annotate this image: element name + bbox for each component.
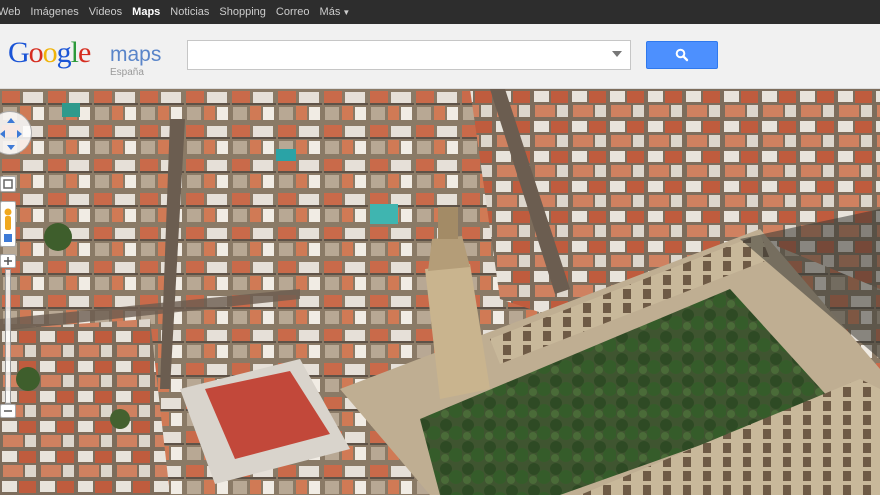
topbar-link-shopping[interactable]: Shopping bbox=[219, 6, 266, 18]
zoom-in-button[interactable] bbox=[0, 254, 16, 268]
search-dropdown-icon[interactable] bbox=[612, 51, 622, 57]
minus-icon bbox=[4, 410, 12, 412]
topbar-link-videos[interactable]: Videos bbox=[89, 6, 122, 18]
caret-down-icon: ▼ bbox=[342, 8, 351, 17]
search-icon bbox=[675, 48, 689, 62]
topbar-more-label: Más bbox=[319, 6, 341, 18]
logo-product-name: maps bbox=[110, 43, 162, 66]
aerial-map-image[interactable] bbox=[0, 89, 880, 495]
topbar-link-more[interactable]: Más ▼ bbox=[320, 6, 351, 18]
pan-control[interactable] bbox=[0, 111, 32, 155]
search-button[interactable] bbox=[646, 41, 718, 69]
search-input[interactable] bbox=[188, 41, 620, 69]
search-box[interactable] bbox=[187, 40, 631, 70]
logo-region: España bbox=[110, 67, 144, 78]
topbar-link-maps[interactable]: Maps bbox=[132, 6, 160, 18]
zoom-out-button[interactable] bbox=[0, 404, 16, 418]
pan-arrows-icon bbox=[0, 118, 22, 150]
topbar-link-mail[interactable]: Correo bbox=[276, 6, 310, 18]
google-top-bar: Web Imágenes Videos Maps Noticias Shoppi… bbox=[0, 0, 880, 24]
rotate-control[interactable] bbox=[0, 176, 16, 192]
pegman-control[interactable] bbox=[0, 201, 16, 247]
topbar-link-web[interactable]: Web bbox=[0, 6, 20, 18]
pegman-icon bbox=[4, 208, 12, 242]
topbar-link-images[interactable]: Imágenes bbox=[30, 6, 78, 18]
google-logo[interactable]: Google bbox=[8, 38, 91, 68]
map-canvas[interactable] bbox=[0, 89, 880, 495]
rotate-icon bbox=[3, 179, 13, 189]
topbar-link-news[interactable]: Noticias bbox=[170, 6, 209, 18]
plus-icon bbox=[4, 257, 12, 265]
zoom-slider[interactable] bbox=[5, 269, 11, 404]
